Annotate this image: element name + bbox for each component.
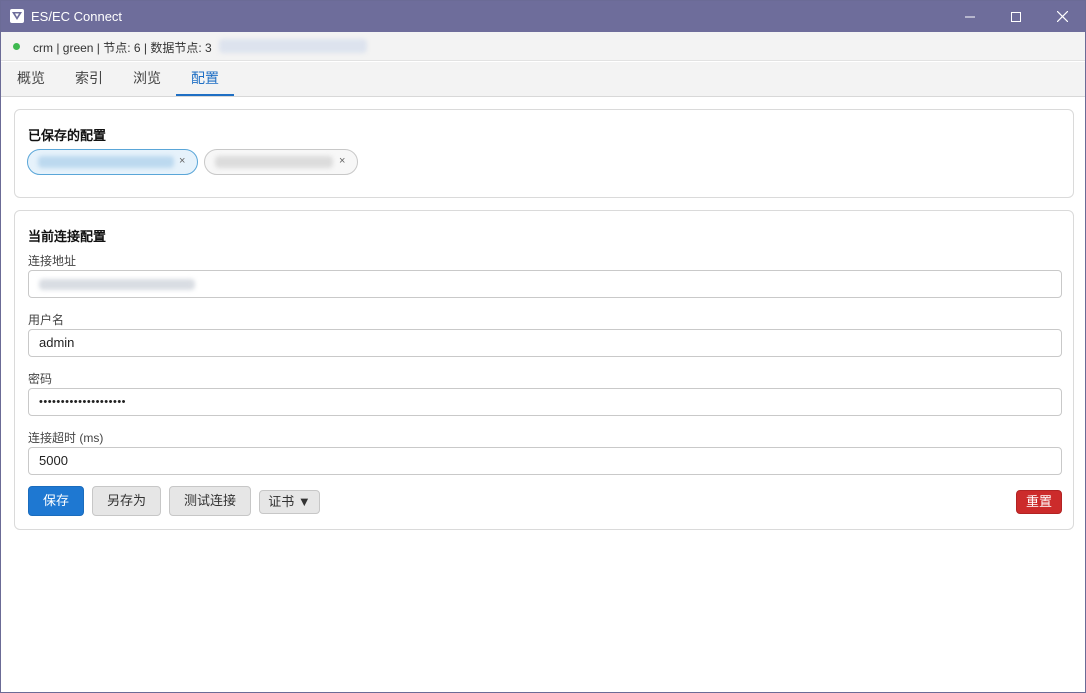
maximize-button[interactable] bbox=[993, 1, 1039, 32]
password-label: 密码 bbox=[28, 372, 53, 386]
username-input[interactable]: admin bbox=[28, 329, 1062, 357]
saved-config-chip[interactable]: × bbox=[204, 149, 358, 175]
maximize-icon bbox=[1011, 11, 1021, 22]
app-logo-icon bbox=[10, 9, 24, 23]
saved-config-name-redacted bbox=[215, 156, 333, 168]
timeout-input[interactable]: 5000 bbox=[28, 447, 1062, 475]
current-config-title: 当前连接配置 bbox=[28, 229, 107, 244]
tab-bar: 概览 索引 浏览 配置 bbox=[1, 62, 1085, 97]
tab-config[interactable]: 配置 bbox=[176, 62, 234, 96]
status-bar: crm | green | 节点: 6 | 数据节点: 3 bbox=[1, 32, 1085, 61]
save-as-button[interactable]: 另存为 bbox=[92, 486, 161, 516]
tab-browse[interactable]: 浏览 bbox=[121, 62, 173, 96]
certificate-dropdown[interactable]: 证书 ▼ bbox=[259, 490, 320, 514]
reset-button[interactable]: 重置 bbox=[1016, 490, 1062, 514]
window-title: ES/EC Connect bbox=[31, 9, 123, 24]
timeout-label: 连接超时 (ms) bbox=[28, 431, 104, 445]
cluster-host-redacted bbox=[219, 39, 367, 53]
tab-indices[interactable]: 索引 bbox=[63, 62, 115, 96]
app-window: ES/EC Connect crm | green | 节点: 6 | 数据节点… bbox=[0, 0, 1086, 693]
saved-configs-title: 已保存的配置 bbox=[28, 128, 107, 143]
save-button[interactable]: 保存 bbox=[28, 486, 84, 516]
saved-config-chip[interactable]: × bbox=[27, 149, 198, 175]
tab-overview[interactable]: 概览 bbox=[5, 62, 57, 96]
current-config-card: 当前连接配置 连接地址 用户名 admin 密码 •••••••••••••••… bbox=[14, 210, 1074, 530]
minimize-button[interactable] bbox=[947, 1, 993, 32]
minimize-icon bbox=[965, 16, 975, 17]
close-icon bbox=[1056, 11, 1068, 22]
saved-configs-card: 已保存的配置 × × bbox=[14, 109, 1074, 198]
test-connection-button[interactable]: 测试连接 bbox=[169, 486, 251, 516]
cluster-health-icon bbox=[13, 43, 20, 50]
url-label: 连接地址 bbox=[28, 254, 77, 268]
remove-config-icon[interactable]: × bbox=[179, 155, 185, 167]
title-bar[interactable]: ES/EC Connect bbox=[1, 1, 1085, 32]
close-button[interactable] bbox=[1039, 1, 1085, 32]
password-input[interactable]: •••••••••••••••••••• bbox=[28, 388, 1062, 416]
username-label: 用户名 bbox=[28, 313, 65, 327]
url-input[interactable] bbox=[28, 270, 1062, 298]
cluster-status-text: crm | green | 节点: 6 | 数据节点: 3 bbox=[33, 41, 212, 55]
saved-config-name-redacted bbox=[38, 156, 174, 168]
remove-config-icon[interactable]: × bbox=[339, 155, 345, 167]
url-value-redacted bbox=[39, 279, 195, 290]
